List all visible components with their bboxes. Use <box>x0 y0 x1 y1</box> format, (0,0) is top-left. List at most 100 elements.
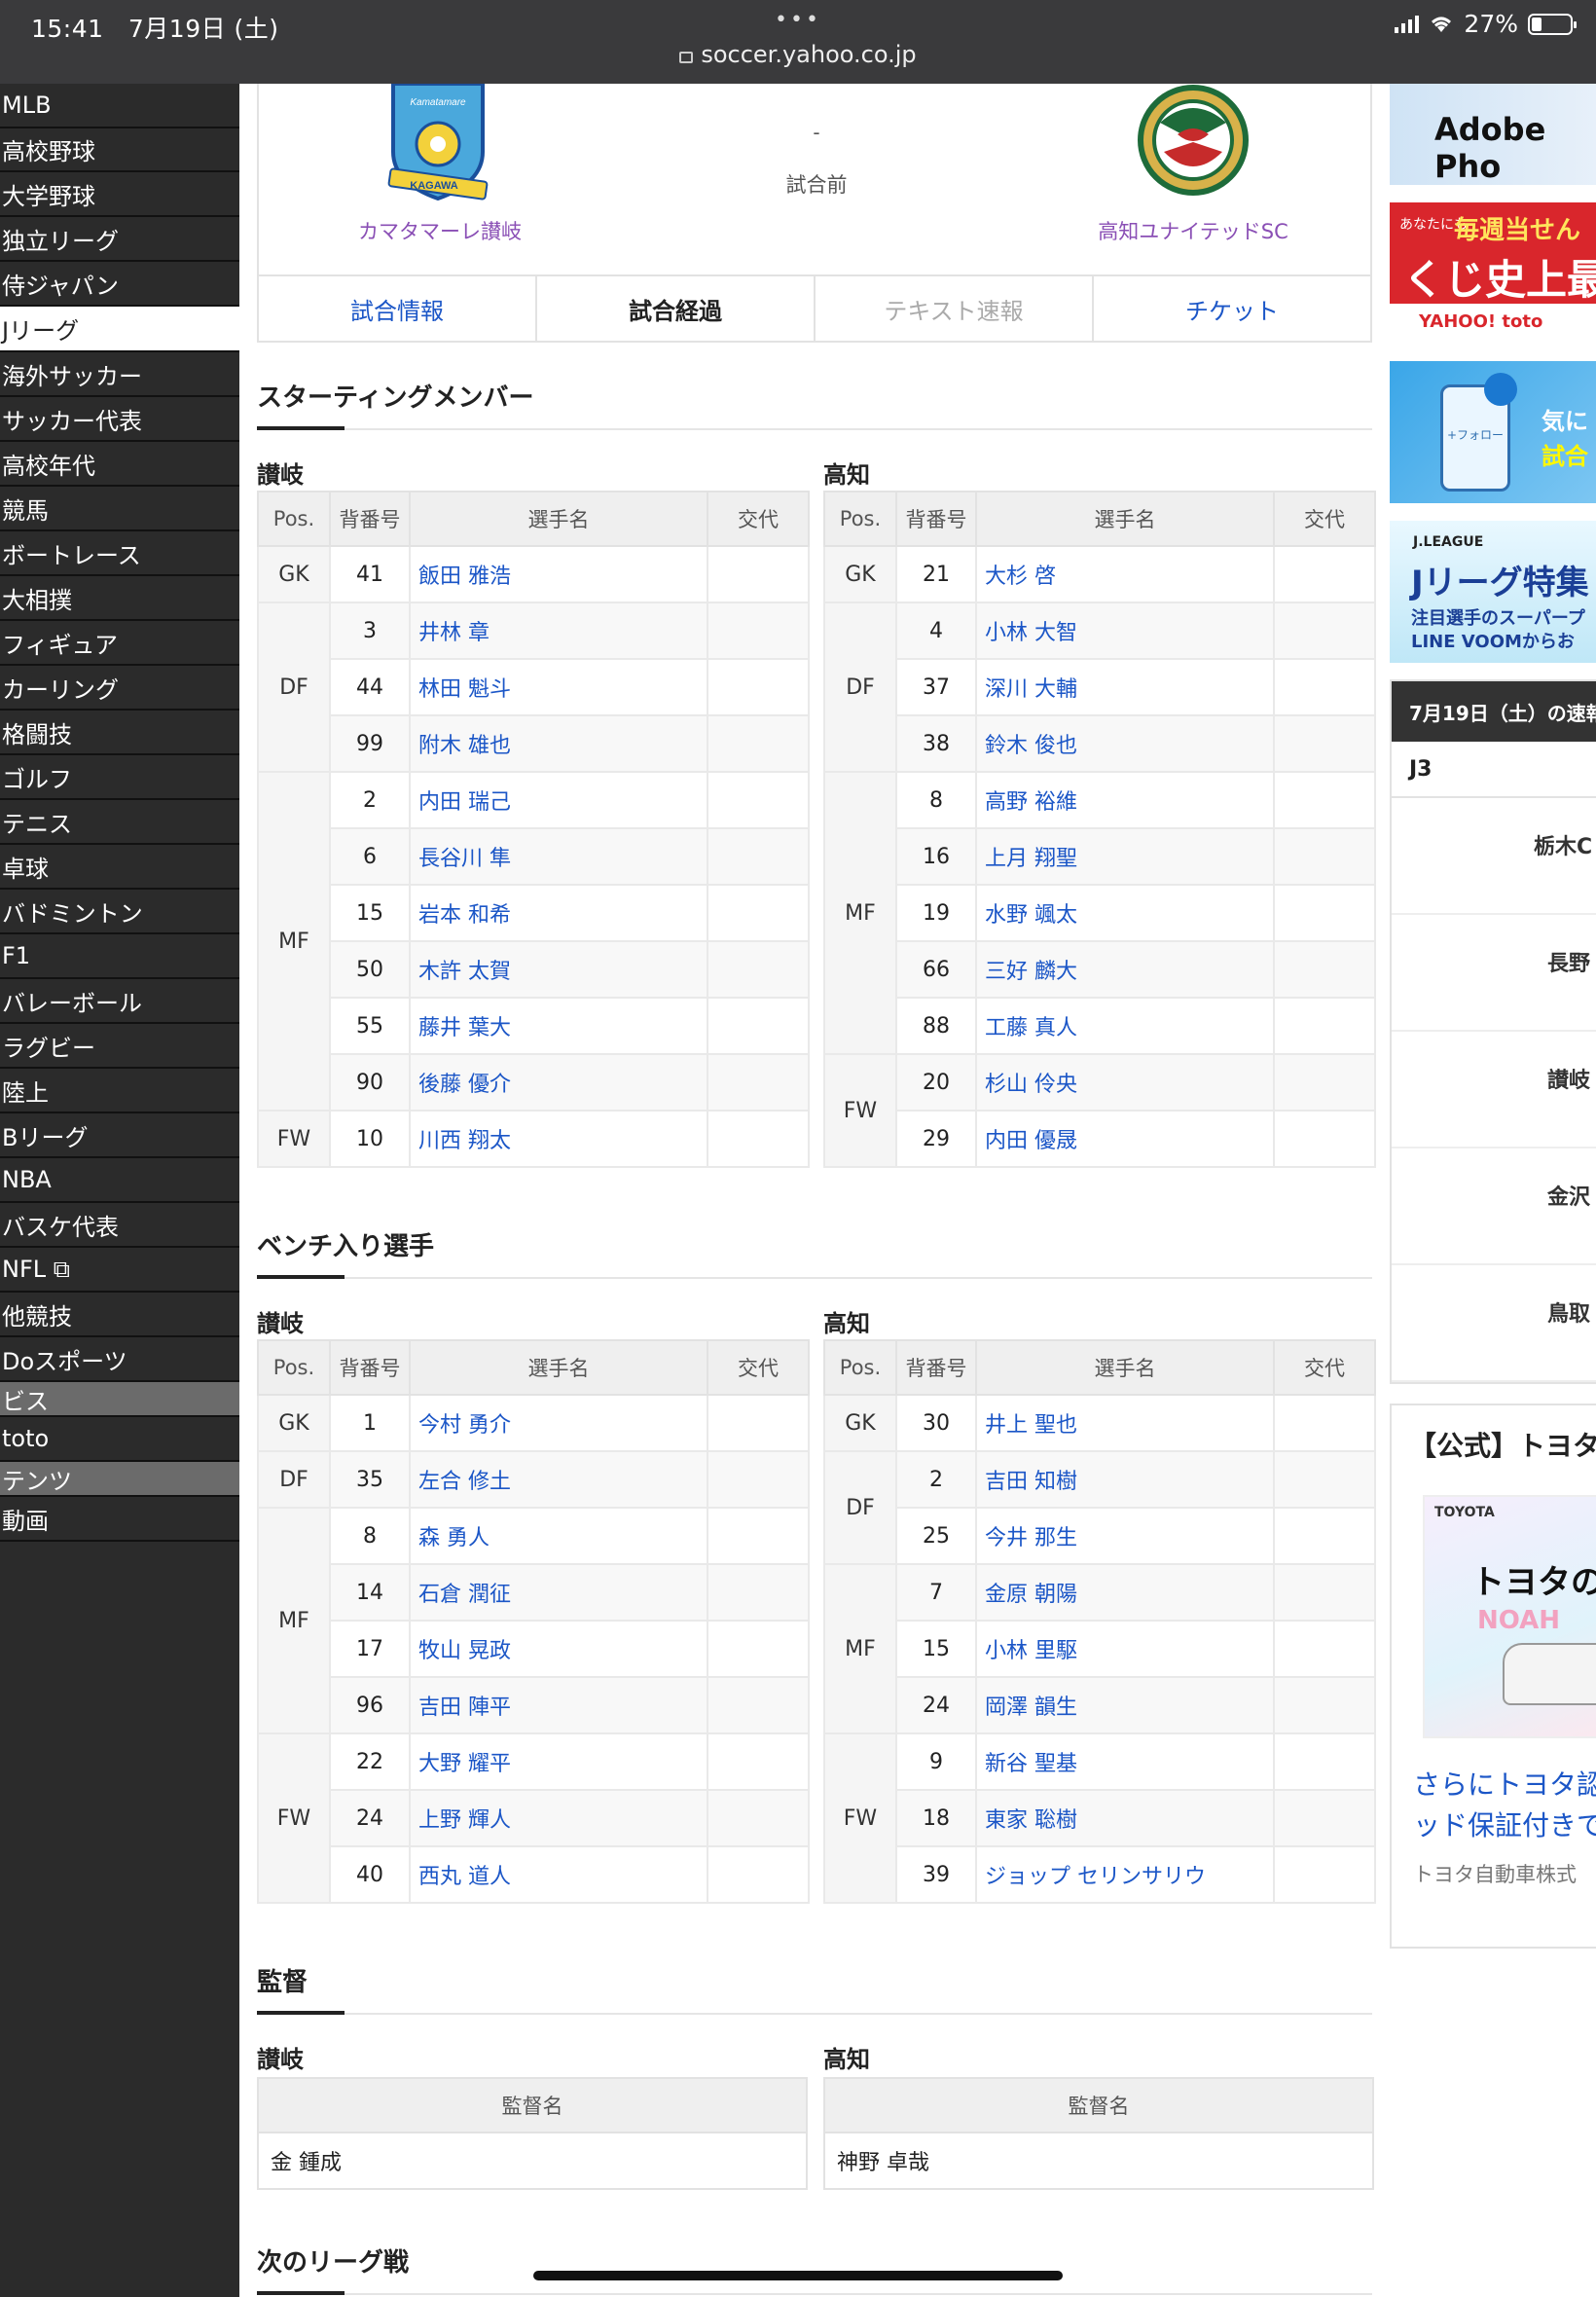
sidebar-item[interactable]: ビス <box>0 1382 239 1417</box>
player-name-link[interactable]: 森 勇人 <box>409 1507 708 1565</box>
player-name-link[interactable]: 岡澤 韻生 <box>975 1676 1275 1734</box>
player-name-link[interactable]: 上月 翔聖 <box>975 827 1275 886</box>
sidebar-item[interactable]: ゴルフ <box>0 755 239 800</box>
position-cell: MF <box>257 1507 331 1734</box>
more-dots-icon[interactable]: ••• <box>775 8 821 32</box>
tab-0[interactable]: 試合情報 <box>259 276 537 341</box>
player-name-link[interactable]: 吉田 陣平 <box>409 1676 708 1734</box>
sidebar-item[interactable]: テニス <box>0 800 239 845</box>
bench-away-label: 高知 <box>823 1310 870 1337</box>
player-name-link[interactable]: 三好 麟大 <box>975 940 1275 999</box>
sidebar-item[interactable]: カーリング <box>0 666 239 711</box>
player-name-link[interactable]: 後藤 優介 <box>409 1053 708 1112</box>
result-row[interactable]: 長野 <box>1392 915 1596 1032</box>
jleague-feature-banner[interactable]: J.LEAGUE Jリーグ特集 注目選手のスーパープ LINE VOOMからお <box>1390 521 1596 663</box>
sidebar-item[interactable]: 高校野球 <box>0 128 239 172</box>
sidebar-item[interactable]: NFL ⧉ <box>0 1248 239 1293</box>
player-name-link[interactable]: 西丸 道人 <box>409 1845 708 1904</box>
sidebar-item[interactable]: 動画 <box>0 1497 239 1542</box>
player-name-link[interactable]: ジョップ セリンサリウ <box>975 1845 1275 1904</box>
sidebar-item[interactable]: 独立リーグ <box>0 217 239 262</box>
result-row[interactable]: 金沢 <box>1392 1148 1596 1265</box>
sidebar-item[interactable]: フィギュア <box>0 621 239 666</box>
away-team-name[interactable]: 高知ユナイテッドSC <box>1067 216 1320 245</box>
player-name-link[interactable]: 内田 優晟 <box>975 1110 1275 1168</box>
toto-ad-banner[interactable]: あなたにも 毎週当せん くじ史上最 YAHOO! toto <box>1390 202 1596 345</box>
player-name-link[interactable]: 木許 太賀 <box>409 940 708 999</box>
player-name-link[interactable]: 東家 聡樹 <box>975 1789 1275 1847</box>
sidebar-item[interactable]: 陸上 <box>0 1069 239 1113</box>
player-name-link[interactable]: 大杉 啓 <box>975 545 1275 603</box>
sidebar-item[interactable]: 格闘技 <box>0 711 239 755</box>
tab-3[interactable]: チケット <box>1094 276 1370 341</box>
player-name-link[interactable]: 岩本 和希 <box>409 884 708 942</box>
player-name-link[interactable]: 井林 章 <box>409 602 708 660</box>
sidebar-item[interactable]: ボートレース <box>0 531 239 576</box>
player-name-link[interactable]: 林田 魁斗 <box>409 658 708 716</box>
player-name-link[interactable]: 藤井 葉大 <box>409 997 708 1055</box>
sidebar-item[interactable]: サッカー代表 <box>0 397 239 442</box>
player-name-link[interactable]: 新谷 聖基 <box>975 1732 1275 1791</box>
player-name-link[interactable]: 金原 朝陽 <box>975 1563 1275 1622</box>
sidebar-item[interactable]: F1 <box>0 934 239 979</box>
player-name-link[interactable]: 鈴木 俊也 <box>975 714 1275 773</box>
sidebar-item[interactable]: 競馬 <box>0 487 239 531</box>
away-team-logo[interactable] <box>1135 84 1251 201</box>
player-name-link[interactable]: 左合 修土 <box>409 1450 708 1509</box>
result-row[interactable]: 讃岐 <box>1392 1032 1596 1148</box>
player-name-link[interactable]: 小林 大智 <box>975 602 1275 660</box>
live-results-panel: 7月19日（土）の速報 J3 栃木C 長野 讃岐 金沢 鳥取 <box>1390 679 1596 1384</box>
player-name-link[interactable]: 飯田 雅浩 <box>409 545 708 603</box>
sidebar-item[interactable]: 海外サッカー <box>0 352 239 397</box>
sidebar-item[interactable]: 大相撲 <box>0 576 239 621</box>
status-indicators: 27% <box>1395 10 1577 38</box>
sidebar-item[interactable]: Jリーグ <box>0 307 239 352</box>
player-name-link[interactable]: 深川 大輔 <box>975 658 1275 716</box>
player-name-link[interactable]: 上野 輝人 <box>409 1789 708 1847</box>
sidebar-item[interactable]: 大学野球 <box>0 172 239 217</box>
address-bar[interactable]: soccer.yahoo.co.jp <box>0 41 1596 68</box>
toyota-ad[interactable]: 【公式】トヨタ TOYOTA トヨタの NOAH さらにトヨタ認 ッド保証付きで… <box>1390 1404 1596 1949</box>
player-name-link[interactable]: 今村 勇介 <box>409 1394 708 1452</box>
sidebar-item[interactable]: NBA <box>0 1158 239 1203</box>
column-header-name: 選手名 <box>975 1339 1275 1396</box>
player-name-link[interactable]: 工藤 真人 <box>975 997 1275 1055</box>
sidebar-item[interactable]: 卓球 <box>0 845 239 890</box>
result-row[interactable]: 栃木C <box>1392 798 1596 915</box>
sidebar-item[interactable]: 侍ジャパン <box>0 262 239 307</box>
player-name-link[interactable]: 牧山 晃政 <box>409 1620 708 1678</box>
player-name-link[interactable]: 井上 聖也 <box>975 1394 1275 1452</box>
sidebar-item[interactable]: Bリーグ <box>0 1113 239 1158</box>
sidebar-item[interactable]: 他競技 <box>0 1293 239 1337</box>
home-indicator[interactable] <box>533 2271 1063 2280</box>
follow-ad-banner[interactable]: +フォロー 気に 試合 <box>1390 361 1596 503</box>
sidebar-item[interactable]: テンツ <box>0 1462 239 1497</box>
player-name-link[interactable]: 杉山 伶央 <box>975 1053 1275 1112</box>
player-name-link[interactable]: 今井 那生 <box>975 1507 1275 1565</box>
player-name-link[interactable]: 水野 颯太 <box>975 884 1275 942</box>
tab-1[interactable]: 試合経過 <box>537 276 816 341</box>
shirt-number: 29 <box>895 1110 977 1168</box>
sidebar-item[interactable]: バドミントン <box>0 890 239 934</box>
player-name-link[interactable]: 高野 裕維 <box>975 771 1275 829</box>
sidebar-item[interactable]: MLB <box>0 84 239 128</box>
result-row[interactable]: 鳥取 <box>1392 1265 1596 1382</box>
adobe-ad-banner[interactable]: Adobe Pho <box>1390 84 1596 185</box>
sidebar-item[interactable]: バスケ代表 <box>0 1203 239 1248</box>
player-name-link[interactable]: 小林 里駆 <box>975 1620 1275 1678</box>
player-name-link[interactable]: 石倉 潤征 <box>409 1563 708 1622</box>
sidebar-item[interactable]: ラグビー <box>0 1024 239 1069</box>
player-name-link[interactable]: 川西 翔太 <box>409 1110 708 1168</box>
sidebar-item[interactable]: toto <box>0 1417 239 1462</box>
player-name-link[interactable]: 内田 瑞己 <box>409 771 708 829</box>
player-name-link[interactable]: 吉田 知樹 <box>975 1450 1275 1509</box>
player-name-link[interactable]: 附木 雄也 <box>409 714 708 773</box>
player-name-link[interactable]: 長谷川 隼 <box>409 827 708 886</box>
home-team-name[interactable]: カマタマーレ讃岐 <box>313 216 566 245</box>
sidebar-item[interactable]: Doスポーツ <box>0 1337 239 1382</box>
sidebar-item[interactable]: バレーボール <box>0 979 239 1024</box>
toyota-ad-image[interactable]: TOYOTA トヨタの NOAH <box>1423 1495 1596 1738</box>
tab-2: テキスト速報 <box>816 276 1094 341</box>
player-name-link[interactable]: 大野 耀平 <box>409 1732 708 1791</box>
sidebar-item[interactable]: 高校年代 <box>0 442 239 487</box>
